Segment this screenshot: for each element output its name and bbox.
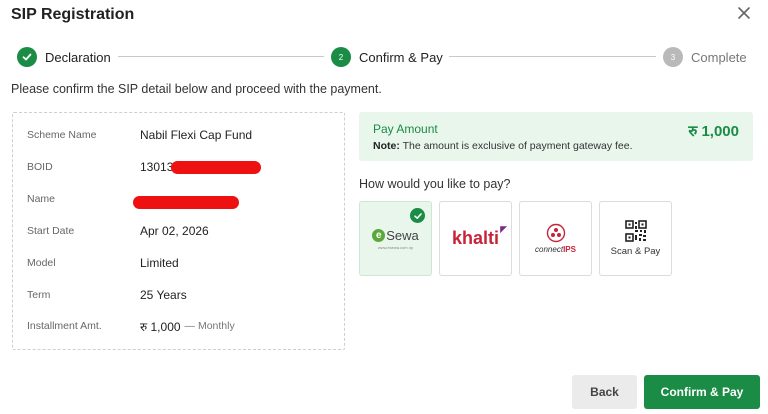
khalti-mark-icon: ◤ (500, 224, 507, 234)
payment-option-connectips[interactable]: connectIPS (519, 201, 592, 276)
detail-value: 25 Years (140, 288, 187, 302)
close-icon[interactable] (734, 3, 754, 23)
payment-option-khalti[interactable]: khalti ◤ (439, 201, 512, 276)
detail-row-start-date: Start Date Apr 02, 2026 (27, 221, 337, 241)
payment-option-scan-pay[interactable]: Scan & Pay (599, 201, 672, 276)
detail-row-name: Name (27, 189, 337, 209)
payment-option-esewa[interactable]: e eSewa Sewa www.esewa.com.np (359, 201, 432, 276)
detail-frequency: — Monthly (184, 320, 235, 332)
pay-amount-label: Pay Amount (373, 122, 438, 136)
detail-value: 13013 (140, 160, 174, 174)
note-text: The amount is exclusive of payment gatew… (402, 140, 633, 152)
step-number: 2 (331, 47, 351, 67)
sip-details-card: Scheme Name Nabil Flexi Cap Fund BOID 13… (12, 112, 345, 350)
check-icon (410, 208, 425, 223)
stepper: Declaration 2 Confirm & Pay 3 Complete (0, 45, 768, 69)
qr-code-icon (624, 220, 647, 242)
back-button[interactable]: Back (572, 375, 637, 409)
detail-row-scheme-name: Scheme Name Nabil Flexi Cap Fund (27, 125, 337, 145)
step-label: Declaration (45, 49, 111, 65)
detail-key: Term (27, 289, 51, 301)
confirm-pay-button[interactable]: Confirm & Pay (644, 375, 760, 409)
check-circle-icon (17, 47, 37, 67)
detail-key: BOID (27, 161, 53, 173)
esewa-wordmark: Sewa (386, 227, 419, 243)
detail-key: Start Date (27, 225, 75, 237)
step-complete: 3 Complete (663, 45, 747, 69)
pay-amount-note: Note: The amount is exclusive of payment… (373, 140, 633, 152)
detail-key: Installment Amt. (27, 320, 102, 332)
dialog-title: SIP Registration (11, 6, 135, 23)
connectips-logo-icon (546, 223, 565, 243)
payment-question: How would you like to pay? (359, 177, 511, 191)
step-connector (118, 56, 324, 57)
detail-row-model: Model Limited (27, 253, 337, 273)
detail-key: Name (27, 193, 56, 205)
step-label: Confirm & Pay (359, 49, 443, 65)
detail-value: Nabil Flexi Cap Fund (140, 128, 253, 142)
detail-key: Scheme Name (27, 129, 97, 141)
note-label: Note: (373, 140, 400, 152)
khalti-label: khalti (451, 228, 499, 248)
detail-key: Model (27, 257, 56, 269)
esewa-e-icon: e (372, 228, 386, 242)
step-number: 3 (663, 47, 683, 67)
scan-pay-label: Scan & Pay (610, 246, 661, 257)
detail-value: रु 1,000 (140, 319, 181, 334)
redaction-mark (133, 195, 239, 209)
esewa-logo: e eSewa Sewa (372, 228, 419, 243)
khalti-logo: khalti ◤ (451, 224, 507, 249)
step-connector (449, 56, 656, 57)
connectips-suffix: IPS (563, 245, 576, 254)
intro-text: Please confirm the SIP detail below and … (11, 82, 382, 96)
detail-row-term: Term 25 Years (27, 285, 337, 305)
pay-amount-value: रु 1,000 (688, 123, 739, 140)
detail-row-boid: BOID 13013 (27, 157, 337, 177)
step-label: Complete (691, 49, 747, 65)
detail-row-installment: Installment Amt. रु 1,000 — Monthly (27, 316, 337, 336)
connectips-label: connectIPS (535, 245, 576, 254)
connectips-prefix: connect (535, 245, 564, 254)
pay-amount-banner: Pay Amount रु 1,000 Note: The amount is … (359, 112, 753, 161)
detail-value: Limited (140, 256, 179, 270)
step-declaration: Declaration (17, 45, 111, 69)
step-confirm-pay: 2 Confirm & Pay (331, 45, 443, 69)
esewa-url: www.esewa.com.np (377, 244, 414, 250)
detail-value: Apr 02, 2026 (140, 224, 209, 238)
redaction-mark (171, 160, 262, 174)
